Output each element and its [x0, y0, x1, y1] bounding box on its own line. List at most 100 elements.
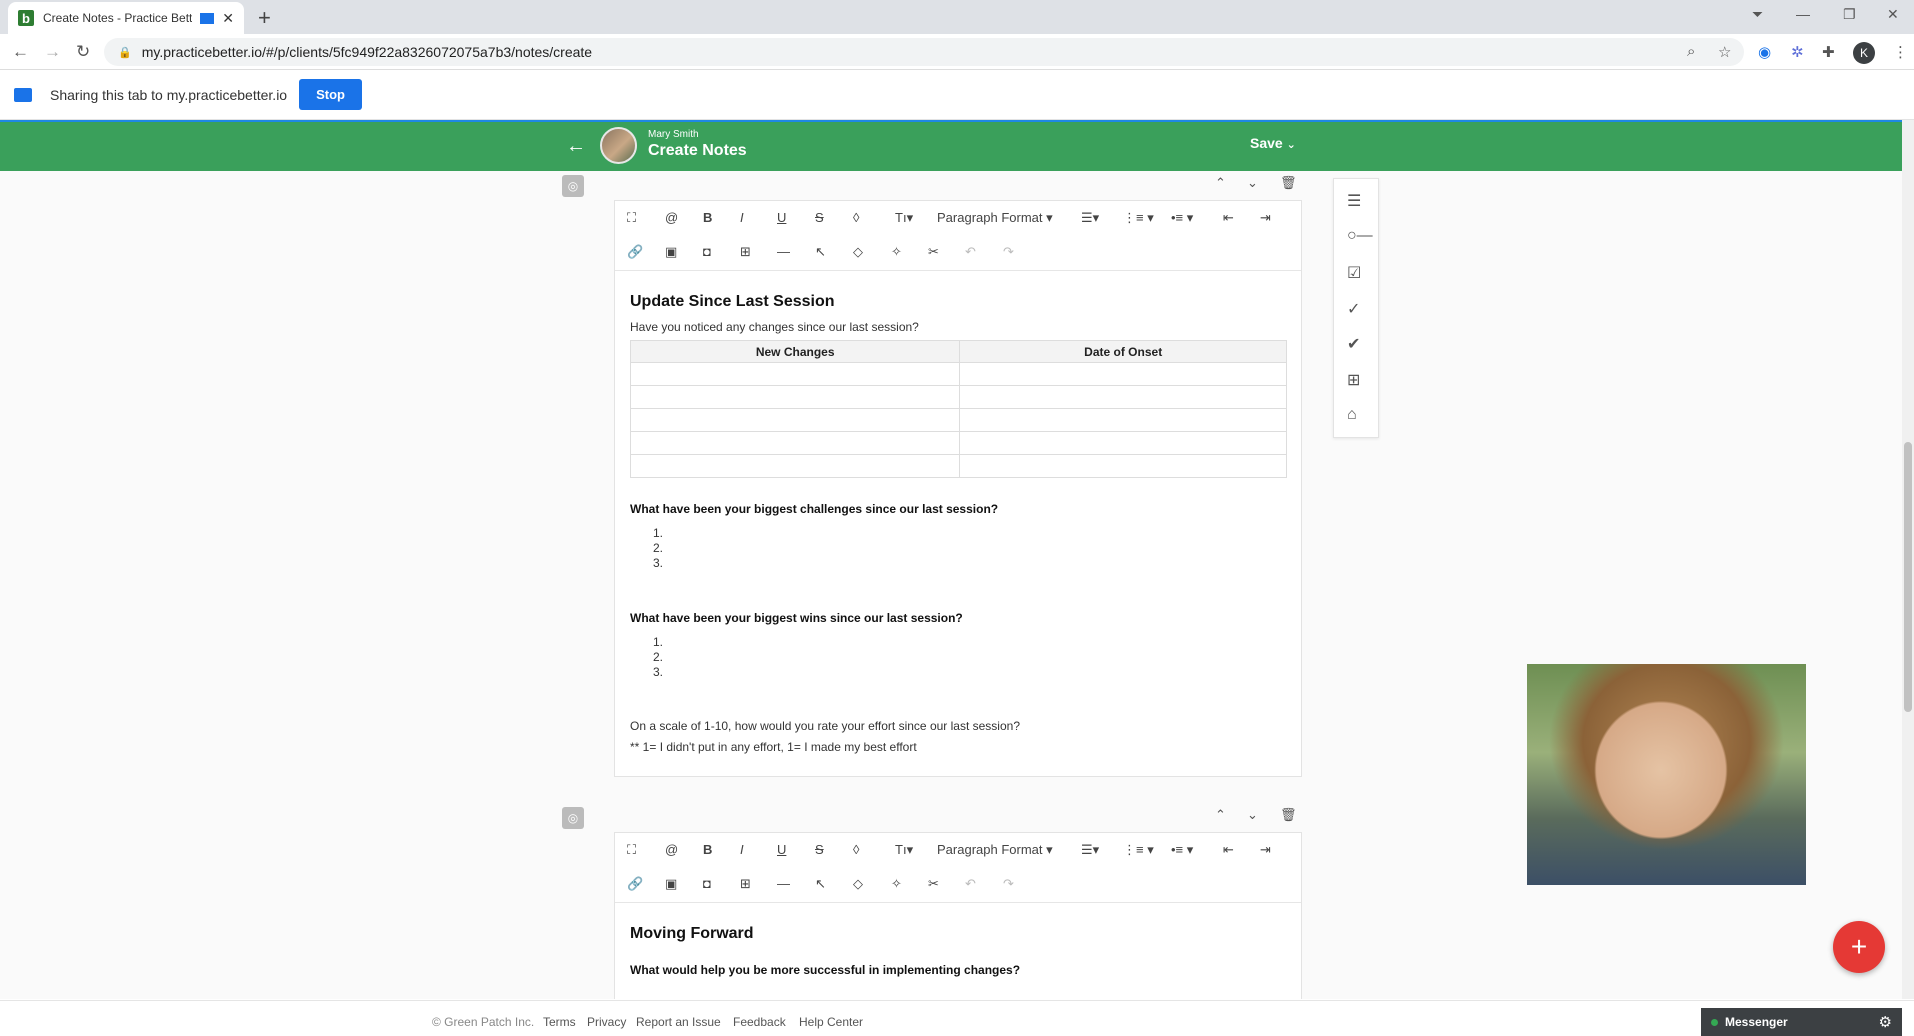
color-drop-icon[interactable]: ◊ [853, 210, 859, 225]
checklist-icon[interactable]: ☑ [1347, 263, 1361, 283]
align-icon[interactable]: ☰▾ [1081, 210, 1099, 226]
url-field[interactable]: 🔒 my.practicebetter.io/#/p/clients/5fc94… [104, 38, 1744, 66]
table-cell[interactable] [629, 385, 961, 409]
footer-link-help-center[interactable]: Help Center [799, 1015, 863, 1029]
table-cell[interactable] [959, 408, 1287, 432]
unordered-list-icon[interactable]: •≡ ▾ [1171, 210, 1193, 226]
table-cell[interactable] [629, 431, 961, 455]
underline-icon[interactable]: U [777, 210, 786, 225]
bold-icon[interactable]: B [703, 210, 712, 225]
unordered-list-icon[interactable]: •≡ ▾ [1171, 842, 1193, 858]
table-icon[interactable]: ⊞ [740, 876, 751, 892]
horizontal-line-icon[interactable]: — [777, 876, 790, 891]
fullscreen-icon[interactable]: ⛶ [627, 210, 636, 226]
table-cell[interactable] [629, 362, 961, 386]
ordered-list-icon[interactable]: ⋮≡ ▾ [1123, 842, 1154, 858]
italic-icon[interactable]: I [740, 210, 744, 225]
move-down-icon[interactable]: ⌄ [1247, 175, 1258, 191]
key-value-icon[interactable]: ○— [1347, 227, 1373, 245]
chart-template-icon[interactable]: ⌂ [1347, 406, 1357, 424]
indent-icon[interactable]: ⇥ [1260, 210, 1271, 226]
redo-icon[interactable]: ↷ [1003, 244, 1014, 260]
extensions-puzzle-icon[interactable]: ✚ [1822, 43, 1835, 61]
back-arrow-icon[interactable]: ← [566, 135, 586, 158]
italic-icon[interactable]: I [740, 842, 744, 857]
outdent-icon[interactable]: ⇤ [1223, 842, 1234, 858]
changes-table[interactable]: New Changes Date of Onset [629, 340, 1287, 478]
magic-wand-icon[interactable]: ✧ [891, 876, 902, 892]
table-cell[interactable] [629, 454, 961, 478]
text-block-icon[interactable]: ☰ [1347, 191, 1361, 211]
select-icon[interactable]: ↖ [815, 244, 826, 260]
gear-icon[interactable]: ⚙ [1879, 1013, 1892, 1031]
strikethrough-icon[interactable]: S [815, 842, 824, 857]
delete-section-icon[interactable]: 🗑 [1280, 175, 1297, 191]
close-tab-icon[interactable]: ✕ [222, 10, 234, 27]
move-down-icon[interactable]: ⌄ [1247, 807, 1258, 823]
bookmark-star-icon[interactable]: ☆ [1718, 43, 1731, 61]
insert-table-icon[interactable]: ⊞ [1347, 370, 1360, 390]
fullscreen-icon[interactable]: ⛶ [627, 842, 636, 858]
table-cell[interactable] [959, 362, 1287, 386]
eraser-icon[interactable]: ◇ [853, 876, 863, 892]
editor-body[interactable]: Update Since Last Session Have you notic… [615, 271, 1301, 770]
table-cell[interactable] [629, 408, 961, 432]
paragraph-format-dropdown[interactable]: Paragraph Format ▾ [937, 842, 1053, 858]
table-icon[interactable]: ⊞ [740, 244, 751, 260]
move-up-icon[interactable]: ⌃ [1215, 175, 1226, 191]
extension-badge-icon[interactable]: ✲ [1791, 43, 1804, 61]
table-cell[interactable] [959, 454, 1287, 478]
ordered-list-icon[interactable]: ⋮≡ ▾ [1123, 210, 1154, 226]
eraser-icon[interactable]: ◇ [853, 244, 863, 260]
footer-link-privacy[interactable]: Privacy [587, 1015, 626, 1029]
move-up-icon[interactable]: ⌃ [1215, 807, 1226, 823]
outdent-icon[interactable]: ⇤ [1223, 210, 1234, 226]
add-button[interactable]: + [1833, 921, 1885, 973]
camera-icon[interactable]: ◘ [703, 876, 711, 891]
tools-icon[interactable]: ✂ [928, 244, 939, 260]
indent-icon[interactable]: ⇥ [1260, 842, 1271, 858]
horizontal-line-icon[interactable]: — [777, 244, 790, 259]
delete-section-icon[interactable]: 🗑 [1280, 807, 1297, 823]
color-drop-icon[interactable]: ◊ [853, 842, 859, 857]
mention-icon[interactable]: @ [665, 210, 678, 225]
reload-icon[interactable]: ↻ [76, 42, 90, 62]
image-icon[interactable]: ▣ [665, 244, 677, 260]
double-check-icon[interactable]: ✔ [1347, 334, 1360, 354]
footer-link-terms[interactable]: Terms [543, 1015, 576, 1029]
footer-link-report-issue[interactable]: Report an Issue [636, 1015, 721, 1029]
table-cell[interactable] [959, 385, 1287, 409]
editor-body[interactable]: Moving Forward What would help you be mo… [615, 903, 1301, 989]
save-button[interactable]: Save ⌄ [1250, 135, 1296, 151]
scrollbar-thumb[interactable] [1904, 442, 1912, 712]
extension-icon[interactable]: ◉ [1758, 43, 1771, 61]
profile-avatar[interactable]: K [1853, 42, 1875, 64]
link-icon[interactable]: 🔗 [627, 244, 643, 260]
profile-menu-icon[interactable]: ⏷ [1752, 6, 1763, 23]
paragraph-format-dropdown[interactable]: Paragraph Format ▾ [937, 210, 1053, 226]
minimize-button[interactable]: — [1796, 6, 1810, 22]
hide-section-icon[interactable]: ◎ [562, 175, 584, 197]
new-tab-button[interactable]: + [258, 5, 271, 31]
stop-sharing-button[interactable]: Stop [299, 79, 362, 110]
mention-icon[interactable]: @ [665, 842, 678, 857]
undo-icon[interactable]: ↶ [965, 244, 976, 260]
image-icon[interactable]: ▣ [665, 876, 677, 892]
restore-button[interactable]: ❐ [1843, 6, 1856, 23]
undo-icon[interactable]: ↶ [965, 876, 976, 892]
messenger-bar[interactable]: Messenger ⚙ [1701, 1008, 1902, 1036]
strikethrough-icon[interactable]: S [815, 210, 824, 225]
browser-tab[interactable]: b Create Notes - Practice Bett ✕ [8, 2, 244, 34]
redo-icon[interactable]: ↷ [1003, 876, 1014, 892]
close-window-button[interactable]: ✕ [1887, 6, 1899, 23]
page-scrollbar[interactable] [1902, 120, 1914, 999]
underline-icon[interactable]: U [777, 842, 786, 857]
hide-section-icon[interactable]: ◎ [562, 807, 584, 829]
forward-icon[interactable]: → [44, 42, 61, 62]
camera-icon[interactable]: ◘ [703, 244, 711, 259]
check-circle-icon[interactable]: ✓ [1347, 299, 1360, 319]
zoom-icon[interactable]: ⌕ [1687, 43, 1695, 60]
align-icon[interactable]: ☰▾ [1081, 842, 1099, 858]
font-size-dropdown[interactable]: Tı▾ [895, 842, 913, 858]
table-cell[interactable] [959, 431, 1287, 455]
